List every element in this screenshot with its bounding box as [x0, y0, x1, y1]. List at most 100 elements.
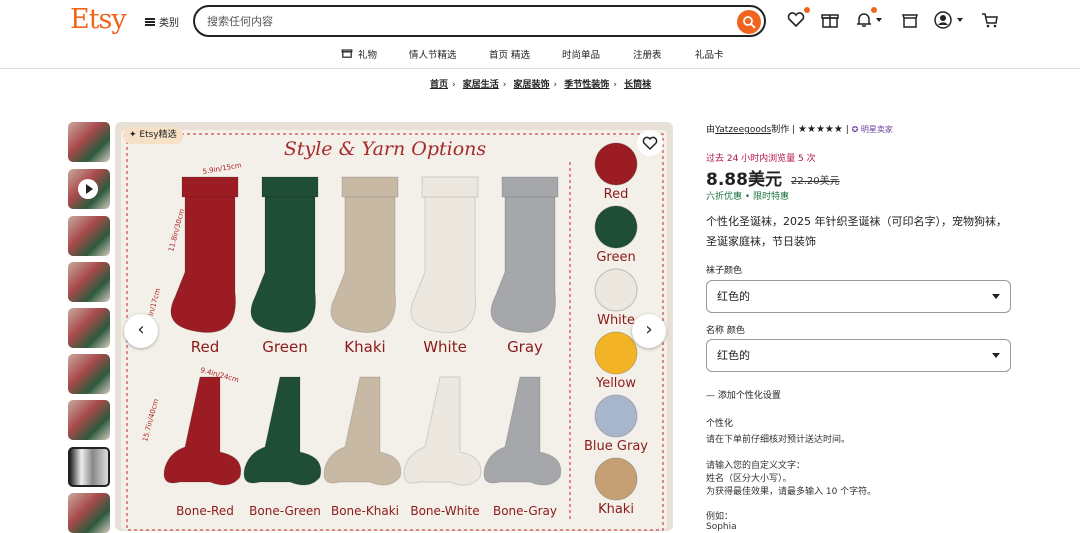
bell-icon[interactable] [854, 10, 874, 30]
yarn-ball [594, 268, 638, 312]
crumb-home-living[interactable]: 家居生活 [463, 80, 499, 90]
nav-gift-cards[interactable]: 礼品卡 [695, 47, 724, 61]
yarn-ball [594, 331, 638, 375]
breadcrumb: 首页 › 家居生活 › 家居装饰 › 季节性装饰 › 长筒袜 [430, 80, 652, 90]
star-seller-badge: ✪ 明星卖家 [851, 125, 893, 134]
stocking-cuff [341, 176, 399, 198]
gift-nav-icon [341, 49, 353, 58]
nav-registry[interactable]: 注册表 [633, 47, 662, 61]
option1-value: 红色的 [717, 290, 750, 303]
favorites-heart-icon[interactable] [786, 10, 806, 30]
yarn-label: Green [596, 250, 635, 265]
shop-manager-icon[interactable] [900, 10, 920, 30]
personalization-note: 请在下单前仔细核对预计送达时间。 [706, 435, 851, 445]
search-bar[interactable] [193, 5, 766, 37]
top-nav: 礼物 情人节精选 首页 精选 时尚单品 注册表 礼品卡 [0, 42, 1080, 69]
stocking-cuff [261, 176, 319, 198]
avatar-icon[interactable] [934, 10, 954, 30]
yarn-label: Yellow [595, 376, 636, 391]
thumbnail[interactable] [68, 493, 110, 533]
crumb-stockings[interactable]: 长筒袜 [624, 80, 651, 90]
favorite-button[interactable] [637, 130, 663, 156]
thumbnail[interactable] [68, 122, 110, 162]
thumbnail-selected[interactable] [68, 447, 110, 487]
nav-home[interactable]: 首页 精选 [489, 47, 530, 61]
crumb-home[interactable]: 首页 [430, 80, 448, 90]
example-label: 例如： [706, 512, 734, 522]
instruction-line: 为获得最佳效果，请最多输入 10 个字符。 [706, 487, 877, 497]
product-title: 个性化圣诞袜，2025 年针织圣诞袜（可印名字），宠物狗袜，圣诞家庭袜，节日装饰 [706, 215, 1007, 248]
thumbnail[interactable] [68, 308, 110, 348]
name-color-select[interactable]: 红色的 [706, 339, 1011, 372]
product-image-art: Style & Yarn Options Red Green Khaki White G… [121, 130, 667, 531]
stocking-label: Red [191, 338, 220, 356]
notification-dot [804, 7, 810, 13]
yarn-label: Khaki [598, 502, 634, 517]
option2-value: 红色的 [717, 349, 750, 362]
next-image-button[interactable]: › [632, 314, 666, 348]
price: 8.88美元 [706, 170, 782, 190]
stocking-label: White [423, 338, 467, 356]
rating-stars[interactable]: ★★★★★ [798, 124, 843, 135]
instruction-line: 姓名（区分大小写）。 [706, 474, 792, 484]
thumbnail[interactable] [68, 216, 110, 256]
gift-icon[interactable] [820, 10, 840, 30]
video-thumbnail[interactable] [68, 169, 110, 209]
badge-label: Etsy精选 [139, 130, 177, 140]
stocking-label: Gray [507, 338, 543, 356]
option2-label: 名称 颜色 [706, 326, 745, 336]
account-chevron-icon[interactable] [957, 18, 963, 22]
nav-valentines[interactable]: 情人节精选 [409, 47, 457, 61]
thumbnail[interactable] [68, 262, 110, 302]
yarn-label: White [597, 313, 635, 328]
bone-label: Bone-Gray [493, 504, 557, 518]
thumbnail[interactable] [68, 354, 110, 394]
image-heading: Style & Yarn Options [284, 138, 487, 160]
bone-label: Bone-Green [249, 504, 321, 518]
shop-line: 由Yatzeegoods制作 | ★★★★★ | ✪ 明星卖家 [706, 124, 893, 135]
shop-prefix: 由 [706, 125, 716, 135]
yarn-ball [594, 457, 638, 501]
etsy-logo[interactable]: Etsy [70, 4, 127, 35]
yarn-ball [594, 205, 638, 249]
bone-label: Bone-Khaki [331, 504, 399, 518]
stocking-color-select[interactable]: 红色的 [706, 280, 1011, 313]
star-seller-label: 明星卖家 [860, 125, 893, 134]
cart-icon[interactable] [980, 10, 1000, 30]
nav-gifts[interactable]: 礼物 [358, 47, 377, 61]
bone-label: Bone-White [410, 504, 479, 518]
menu-icon [145, 17, 155, 26]
stocking-label: Green [262, 338, 307, 356]
main-product-image[interactable]: Style & Yarn Options Red Green Khaki White G… [115, 122, 673, 531]
search-button[interactable] [737, 10, 761, 34]
heart-icon [642, 136, 658, 151]
yarn-ball [594, 142, 638, 186]
search-input[interactable] [207, 12, 707, 30]
categories-button[interactable]: 类别 [145, 14, 179, 29]
chevron-down-icon[interactable] [876, 18, 882, 22]
stocking-cuff [501, 176, 559, 198]
yarn-label: Red [604, 187, 629, 202]
header: Etsy 类别 [0, 0, 1080, 42]
crumb-home-decor[interactable]: 家居装饰 [514, 80, 550, 90]
shop-name-link[interactable]: Yatzeegoods [715, 125, 771, 135]
instruction-line: 请输入您的自定义文字： [706, 461, 806, 471]
nav-fashion[interactable]: 时尚单品 [562, 47, 600, 61]
add-personalization-label: 添加个性化设置 [717, 391, 781, 401]
categories-label: 类别 [159, 18, 179, 29]
stocking-cuff [181, 176, 239, 198]
views-notice: 过去 24 小时内浏览量 5 次 [706, 154, 816, 164]
crumb-seasonal[interactable]: 季节性装饰 [564, 80, 609, 90]
personalization-label: 个性化 [706, 419, 734, 429]
play-icon [78, 179, 98, 199]
add-personalization-toggle[interactable]: — 添加个性化设置 [706, 388, 781, 401]
bone-label: Bone-Red [176, 504, 234, 518]
original-price: 22.20美元 [791, 176, 840, 187]
prev-image-button[interactable]: ‹ [124, 314, 158, 348]
thumbnail[interactable] [68, 400, 110, 440]
yarn-label: Blue Gray [584, 439, 648, 454]
etsy-pick-badge: ✦ Etsy精选 [123, 127, 183, 144]
search-icon [743, 16, 756, 29]
discount-note: 六折优惠 • 限时特惠 [706, 192, 790, 202]
bell-notification-dot [871, 7, 877, 13]
